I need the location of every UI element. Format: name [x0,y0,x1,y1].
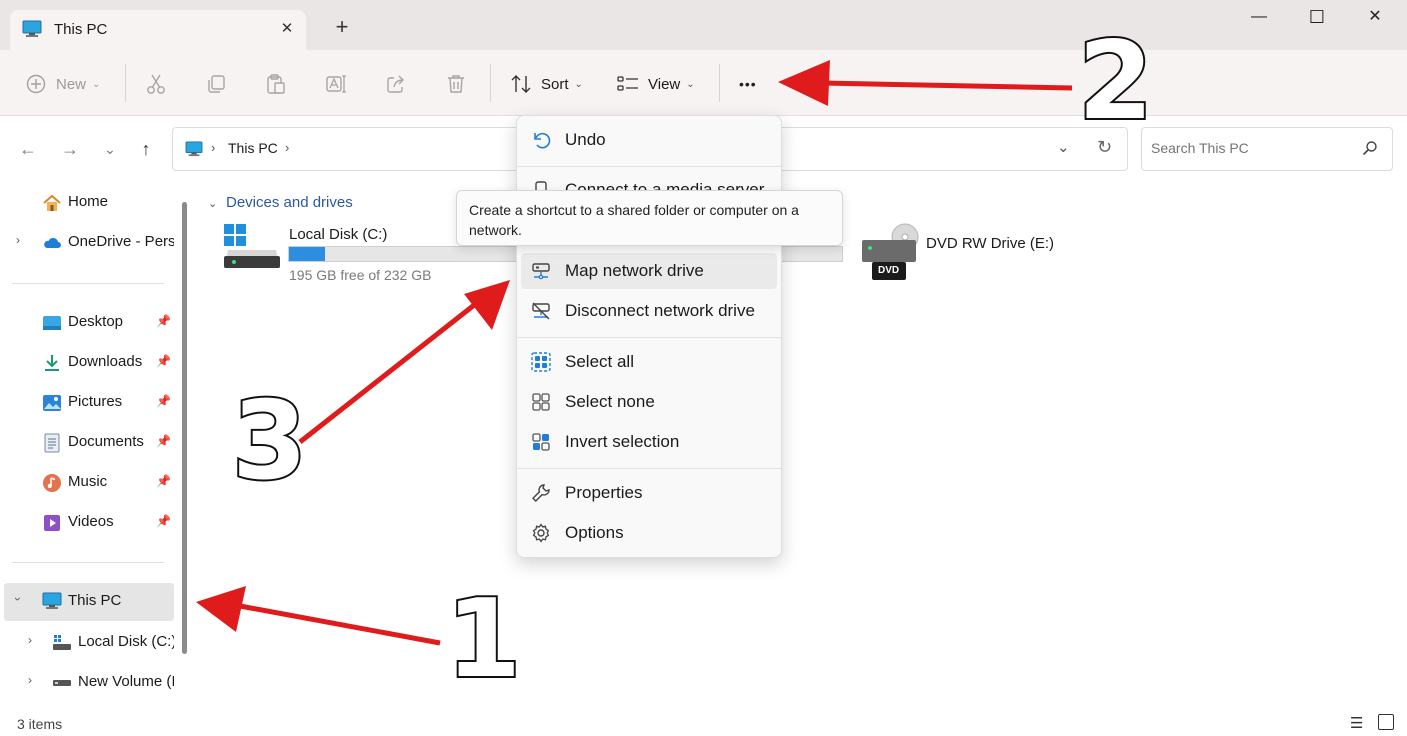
annotation-number-1: 1 [444,577,523,702]
annotation-arrow-2 [778,60,1073,106]
annotation-arrow-3 [298,280,510,444]
annotation-number-2: 2 [1076,19,1155,144]
annotation-arrow-1 [196,586,441,646]
annotation-number-3: 3 [230,379,309,504]
annotation-overlay [196,60,1073,646]
